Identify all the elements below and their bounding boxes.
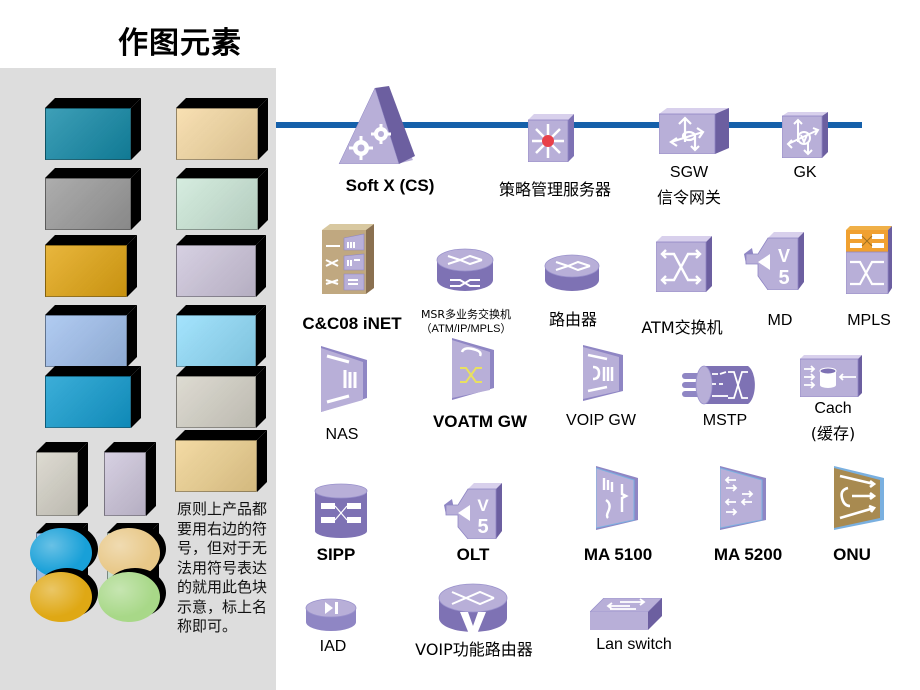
voip-router-icon bbox=[438, 582, 508, 634]
nas-icon bbox=[321, 346, 367, 412]
iad-icon bbox=[305, 598, 357, 632]
sgw-label-zh: 信令网关 bbox=[656, 188, 721, 207]
sipp-database-icon bbox=[313, 483, 369, 539]
voip-router-label: VOIP功能路由器 bbox=[415, 640, 533, 659]
svg-text:5: 5 bbox=[778, 267, 789, 289]
voip-gw-label: VOIP GW bbox=[566, 412, 636, 429]
onu-icon bbox=[834, 466, 884, 530]
mpls-label: MPLS bbox=[847, 312, 891, 329]
atm-switch-icon bbox=[656, 236, 712, 292]
cache-icon bbox=[800, 355, 862, 397]
mstp-label: MSTP bbox=[702, 412, 748, 429]
ma5100-icon bbox=[596, 466, 638, 530]
msr-router-icon bbox=[436, 248, 494, 292]
page-title: 作图元素 bbox=[118, 26, 242, 61]
lan-switch-icon bbox=[590, 598, 662, 630]
voip-gateway-icon bbox=[583, 345, 623, 401]
color-block-box bbox=[176, 235, 266, 297]
policy-server-icon bbox=[528, 114, 574, 162]
color-block-tall bbox=[104, 442, 156, 516]
color-block-disc bbox=[98, 568, 166, 622]
v5-olt-icon: V 5 bbox=[444, 483, 502, 539]
cache-label: Cach bbox=[814, 400, 852, 417]
legend-note: 原则上产品都要用右边的符号，但对于无法用符号表达的就用此色块示意，标上名称即可。 bbox=[177, 500, 268, 635]
color-block-box bbox=[176, 366, 266, 428]
olt-label: OLT bbox=[456, 545, 490, 564]
gatekeeper-icon bbox=[782, 112, 828, 158]
color-block-box bbox=[176, 98, 268, 160]
voatm-label: VOATM GW bbox=[432, 412, 528, 431]
atm-switch-label: ATM交换机 bbox=[641, 318, 723, 337]
router-label: 路由器 bbox=[548, 310, 597, 329]
color-block-box bbox=[176, 168, 268, 230]
ma5100-label: MA 5100 bbox=[583, 545, 653, 564]
iad-label: IAD bbox=[319, 638, 347, 655]
color-block-disc bbox=[30, 568, 98, 622]
color-block-box bbox=[176, 305, 266, 367]
voatm-gateway-icon bbox=[452, 338, 494, 400]
softswitch-gear-icon bbox=[337, 86, 415, 164]
svg-text:V: V bbox=[778, 246, 790, 266]
color-block-box bbox=[45, 235, 137, 297]
softx-label: Soft X (CS) bbox=[345, 176, 435, 195]
ma5200-label: MA 5200 bbox=[713, 545, 783, 564]
policy-server-label: 策略管理服务器 bbox=[498, 180, 611, 199]
signaling-gateway-icon bbox=[659, 108, 729, 154]
color-block-box bbox=[45, 168, 141, 230]
svg-text:5: 5 bbox=[477, 516, 488, 538]
cc08-switch-icon bbox=[322, 224, 374, 294]
router-icon bbox=[544, 254, 600, 292]
cc08-label: C&C08 iNET bbox=[302, 314, 402, 333]
msr-label-sub: （ATM/IP/MPLS） bbox=[420, 323, 512, 335]
mpls-switch-icon bbox=[846, 226, 892, 294]
mstp-icon bbox=[682, 364, 758, 406]
color-block-box bbox=[45, 98, 141, 160]
color-block-legend-panel: 原则上产品都要用右边的符号，但对于无法用符号表达的就用此色块示意，标上名称即可。 bbox=[0, 68, 276, 690]
onu-label: ONU bbox=[833, 545, 871, 564]
v5-md-icon: V 5 bbox=[744, 232, 804, 290]
color-block-box bbox=[175, 430, 267, 492]
sipp-label: SIPP bbox=[316, 545, 356, 564]
color-block-tall bbox=[36, 442, 88, 516]
svg-text:V: V bbox=[477, 496, 489, 515]
color-block-box bbox=[45, 366, 141, 428]
ma5200-icon bbox=[720, 466, 766, 530]
color-block-box bbox=[45, 305, 137, 367]
cache-label-zh: (缓存) bbox=[810, 424, 856, 443]
nas-label: NAS bbox=[325, 426, 359, 443]
lan-switch-label: Lan switch bbox=[596, 636, 672, 653]
md-label: MD bbox=[767, 312, 793, 329]
gk-label: GK bbox=[793, 164, 817, 181]
sgw-label: SGW bbox=[669, 164, 709, 181]
